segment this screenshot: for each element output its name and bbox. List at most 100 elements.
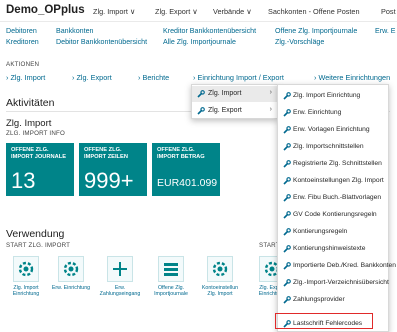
submenu-item-importierte-bankkonten[interactable]: Importierte Deb./Kred. Bankkonten — [278, 258, 396, 273]
link-debitoren[interactable]: Debitoren — [6, 27, 37, 35]
setup-icon — [283, 92, 291, 100]
submenu-item-label: Zlg. Importschnittstellen — [293, 143, 364, 150]
tile-value: 13 — [11, 168, 36, 193]
submenu-item-label: Erw. Fibu Buch.-Blattvorlagen — [293, 194, 382, 201]
setup-icon — [197, 107, 205, 115]
setup-icon — [283, 296, 291, 304]
chevron-right-icon: › — [269, 89, 272, 96]
submenu-zlg-import: Zlg. Import Einrichtung Erw. Einrichtung… — [277, 84, 396, 332]
submenu-item-label: Erw. Einrichtung — [293, 109, 342, 116]
link-offene-zlg-importjournale[interactable]: Offene Zlg. Importjournale — [275, 27, 357, 35]
action-tile-label: Offene Zlg. Importjournale — [154, 285, 188, 298]
submenu-item-label: GV Code Kontierungsregeln — [293, 211, 377, 218]
tile-offene-zeilen[interactable]: OFFENE ZLG. IMPORT ZEILEN 999+ — [79, 143, 147, 196]
flyout-item-zlg-import[interactable]: Zlg. Import › — [192, 86, 277, 102]
top-navigation-bar: Demo_OPplus Zlg. Import ∨ Zlg. Export ∨ … — [0, 0, 397, 22]
plus-icon — [107, 256, 133, 282]
activities-heading: Aktivitäten — [6, 97, 55, 109]
link-kreditoren[interactable]: Kreditoren — [6, 38, 39, 46]
submenu-item-registrierte-schnittstellen[interactable]: Registrierte Zlg. Schnittstellen — [278, 156, 388, 171]
action-tile-offene-zlg-importjournale[interactable]: Offene Zlg. Importjournale — [148, 256, 194, 297]
action-tile-label: Zlg. Import Einrichtung — [12, 285, 40, 298]
submenu-item-zahlungsprovider[interactable]: Zahlungsprovider — [278, 292, 388, 307]
action-zlg-import[interactable]: › Zlg. Import — [6, 73, 45, 82]
submenu-item-label: Kontoeinstellungen Zlg. Import — [293, 177, 384, 184]
action-tile-label: Erw. Einrichtung — [51, 285, 91, 291]
zlg-import-info-label: ZLG. IMPORT INFO — [6, 130, 66, 137]
zlg-import-subheading: Zlg. Import — [6, 118, 52, 129]
setup-icon — [283, 245, 291, 253]
nav-menu-zlg-export[interactable]: Zlg. Export ∨ — [155, 7, 198, 16]
setup-icon — [283, 262, 291, 270]
submenu-item-erw-einrichtung[interactable]: Erw. Einrichtung — [278, 105, 388, 120]
link-alle-zlg-importjournale[interactable]: Alle Zlg. Importjournale — [163, 38, 236, 46]
action-tile-kontoeinstellungen[interactable]: Kontoeinstellun Zlg. Import — [197, 256, 243, 297]
action-zlg-export[interactable]: › Zlg. Export — [72, 73, 112, 82]
submenu-item-label: Zahlungsprovider — [293, 296, 345, 303]
chevron-right-icon: › — [269, 106, 272, 113]
gear-icon — [13, 256, 39, 282]
submenu-item-erw-fibu-vorlagen[interactable]: Erw. Fibu Buch.-Blattvorlagen — [278, 190, 388, 205]
action-berichte[interactable]: › Berichte — [138, 73, 169, 82]
submenu-item-label: Zlg.-Import-Verzeichnisübersicht — [293, 279, 389, 286]
gear-icon — [58, 256, 84, 282]
link-bankkonten[interactable]: Bankkonten — [56, 27, 93, 35]
tile-offene-betrag[interactable]: OFFENE ZLG. IMPORT BETRAG EUR401.099 — [152, 143, 220, 196]
submenu-item-label: Zlg. Import Einrichtung — [293, 92, 361, 99]
action-tile-label: Kontoeinstellun Zlg. Import — [201, 285, 239, 298]
submenu-item-kontierungshinweistexte[interactable]: Kontierungshinweistexte — [278, 241, 388, 256]
setup-icon — [283, 194, 291, 202]
tile-offene-journale[interactable]: OFFENE ZLG. IMPORT JOURNALE 13 — [6, 143, 74, 196]
nav-link-post[interactable]: Post — [381, 7, 396, 16]
setup-icon — [283, 160, 291, 168]
start-zlg-import-label: START ZLG. IMPORT — [6, 242, 71, 249]
action-tile-zlg-import-einrichtung[interactable]: Zlg. Import Einrichtung — [3, 256, 49, 297]
highlight-box — [275, 313, 373, 329]
tile-value: EUR401.099 — [157, 177, 218, 189]
link-debitor-bankkontenuebersicht[interactable]: Debitor Bankkontenübersicht — [56, 38, 147, 46]
tile-label: OFFENE ZLG. IMPORT ZEILEN — [84, 147, 128, 160]
flyout-item-label: Zlg. Export — [208, 107, 242, 114]
action-label: Zlg. Export — [76, 73, 112, 82]
nav-link-sachkonten[interactable]: Sachkonten - Offene Posten — [268, 7, 360, 16]
submenu-item-label: Kontierungsregeln — [293, 228, 348, 235]
tile-value: 999+ — [84, 168, 134, 193]
setup-icon — [283, 228, 291, 236]
actions-label: AKTIONEN — [6, 61, 40, 68]
setup-icon — [283, 109, 291, 117]
nav-menu-zlg-import[interactable]: Zlg. Import ∨ — [93, 7, 135, 16]
flyout-menu: Zlg. Import › Zlg. Export › — [191, 84, 278, 119]
submenu-item-label: Erw. Vorlagen Einrichtung — [293, 126, 370, 133]
setup-icon — [283, 126, 291, 134]
action-tile-label: Erw. Zahlungseingang — [99, 285, 141, 298]
submenu-item-label: Kontierungshinweistexte — [293, 245, 366, 252]
submenu-item-label: Registrierte Zlg. Schnittstellen — [293, 160, 382, 167]
nav-menu-verbaende[interactable]: Verbände ∨ — [213, 7, 252, 16]
setup-icon — [283, 177, 291, 185]
setup-icon — [283, 143, 291, 151]
submenu-item-kontierungsregeln[interactable]: Kontierungsregeln — [278, 224, 388, 239]
setup-icon — [283, 211, 291, 219]
setup-icon — [197, 90, 205, 98]
flyout-item-label: Zlg. Import — [208, 90, 242, 97]
submenu-item-zlg-import-einrichtung[interactable]: Zlg. Import Einrichtung — [278, 88, 388, 103]
link-zlg-vorschlaege[interactable]: Zlg.-Vorschläge — [275, 38, 324, 46]
setup-icon — [283, 279, 291, 287]
action-tile-erw-zahlungseingang[interactable]: Erw. Zahlungseingang — [97, 256, 143, 297]
action-einrichtung-import-export[interactable]: › Einrichtung Import / Export — [193, 73, 284, 82]
link-kreditor-bankkontenuebersicht[interactable]: Kreditor Bankkontenübersicht — [163, 27, 256, 35]
submenu-item-import-verzeichnisuebersicht[interactable]: Zlg.-Import-Verzeichnisübersicht — [278, 275, 389, 290]
stack-icon — [158, 256, 184, 282]
gear-icon — [207, 256, 233, 282]
submenu-item-gv-code-regeln[interactable]: GV Code Kontierungsregeln — [278, 207, 388, 222]
app-title: Demo_OPplus — [6, 4, 85, 16]
tile-label: OFFENE ZLG. IMPORT BETRAG — [157, 147, 205, 160]
submenu-item-zlg-importschnittstellen[interactable]: Zlg. Importschnittstellen — [278, 139, 388, 154]
action-weitere-einrichtungen[interactable]: › Weitere Einrichtungen — [314, 73, 390, 82]
action-tile-erw-einrichtung[interactable]: Erw. Einrichtung — [48, 256, 94, 291]
submenu-item-erw-vorlagen-einrichtung[interactable]: Erw. Vorlagen Einrichtung — [278, 122, 388, 137]
flyout-item-zlg-export[interactable]: Zlg. Export › — [192, 103, 277, 119]
submenu-item-kontoeinstellungen[interactable]: Kontoeinstellungen Zlg. Import — [278, 173, 388, 188]
link-erw[interactable]: Erw. E — [375, 27, 396, 35]
tile-label: OFFENE ZLG. IMPORT JOURNALE — [11, 147, 66, 160]
